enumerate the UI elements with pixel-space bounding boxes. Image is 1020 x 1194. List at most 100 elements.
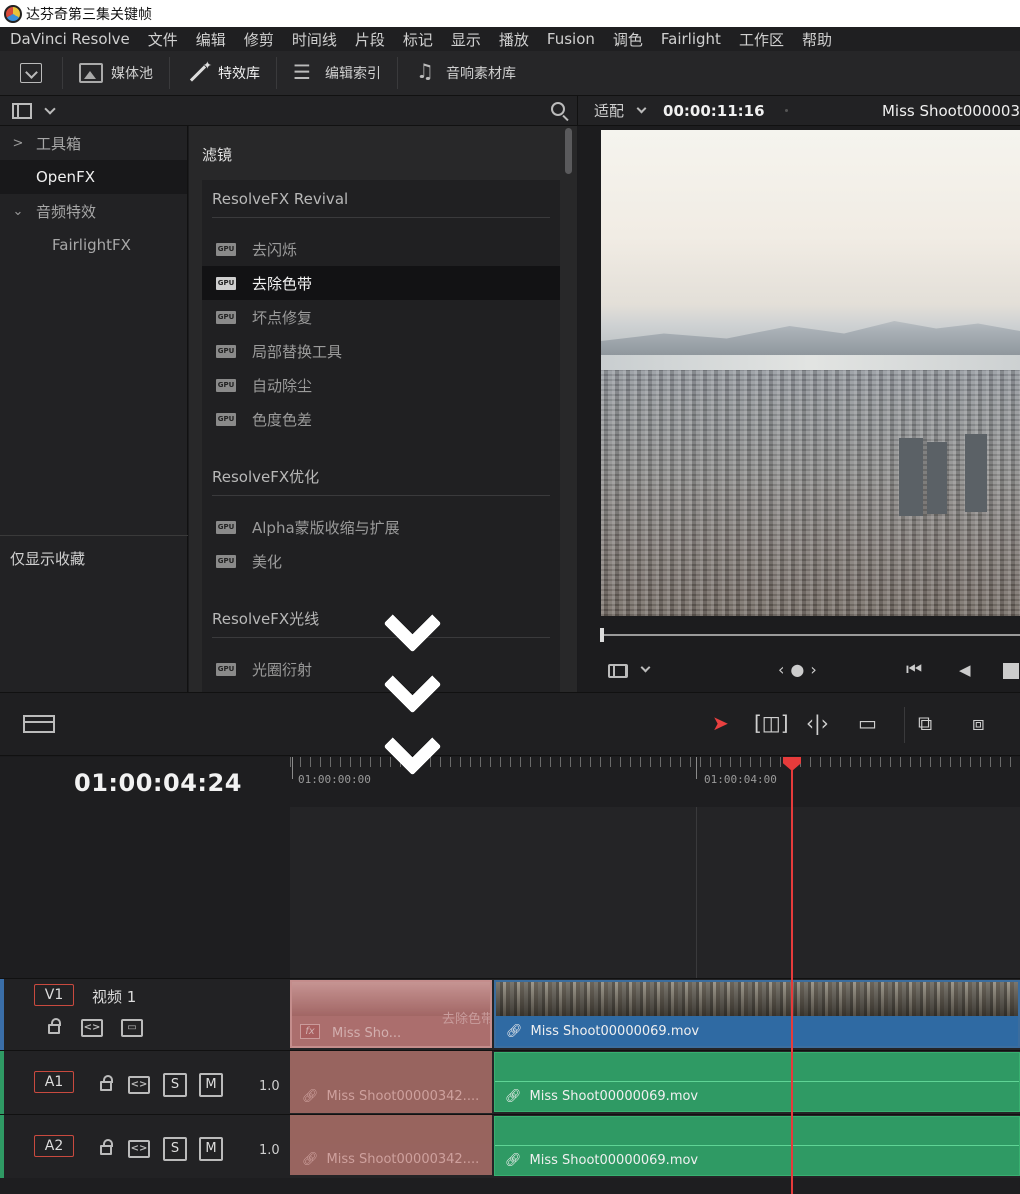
menu-davinci[interactable]: DaVinci Resolve [0, 30, 139, 48]
auto-select-icon[interactable]: <> [128, 1140, 150, 1158]
menu-fusion[interactable]: Fusion [538, 30, 604, 48]
trim-tool-icon[interactable]: [◫] [754, 711, 789, 735]
timeline-clip-ghost[interactable]: fx Miss Sho... 去除色带 [290, 980, 492, 1048]
dragged-effect-label: 去除色带 [442, 1012, 492, 1027]
chevron-down-icon[interactable] [44, 102, 56, 115]
fx-item-dead-pixel-fixer[interactable]: GPU 坏点修复 [202, 300, 560, 334]
favorites-only-toggle[interactable]: 仅显示收藏 [10, 548, 85, 569]
lock-icon[interactable] [48, 1018, 61, 1034]
media-pool-label: 媒体池 [111, 66, 153, 82]
menu-file[interactable]: 文件 [139, 29, 187, 50]
fx-category-refine[interactable]: ResolveFX优化 [212, 458, 550, 496]
menu-trim[interactable]: 修剪 [235, 29, 283, 50]
solo-button[interactable]: S [163, 1073, 187, 1097]
track-badge-v1[interactable]: V1 [34, 984, 74, 1006]
scrubber-handle[interactable] [600, 628, 604, 642]
clip-name: Miss Shoot00000342.... [326, 1089, 480, 1104]
chevron-down-icon[interactable] [636, 103, 647, 114]
timeline-grid-line [696, 807, 697, 978]
viewer[interactable] [578, 126, 1020, 692]
stop-icon[interactable] [1003, 663, 1019, 679]
selection-tool-icon[interactable]: ➤ [712, 711, 729, 735]
timeline-empty-area[interactable] [290, 807, 1020, 978]
search-icon[interactable] [551, 102, 565, 116]
menu-mark[interactable]: 标记 [394, 29, 442, 50]
dynamic-trim-icon[interactable]: ‹|› [806, 711, 829, 735]
fx-item-label: 色度色差 [252, 410, 313, 429]
fx-item-deflicker[interactable]: GPU 去闪烁 [202, 232, 560, 266]
menu-edit[interactable]: 编辑 [187, 29, 235, 50]
blade-tool-icon[interactable]: ▭ [858, 711, 877, 735]
sound-library-button[interactable]: 音响素材库 [398, 51, 532, 96]
audio-waveform [495, 1081, 1019, 1082]
mute-button[interactable]: M [199, 1073, 223, 1097]
timeline-clip-video[interactable]: 🔗︎ Miss Shoot00000069.mov [494, 980, 1020, 1048]
chevron-down-icon: ⌄ [12, 203, 24, 219]
disable-video-icon[interactable]: ▭ [121, 1019, 143, 1037]
fx-item-chromatic-aberration[interactable]: GPU 色度色差 [202, 402, 560, 436]
panel-toggle-icon[interactable] [12, 102, 32, 119]
fx-item-patch-replacer[interactable]: GPU 局部替换工具 [202, 334, 560, 368]
lock-icon[interactable] [100, 1139, 113, 1155]
insert-clip-icon[interactable]: ⧉ [918, 711, 932, 735]
track-name-v1[interactable]: 视频 1 [92, 986, 136, 1007]
viewer-scrubber[interactable] [578, 617, 1020, 657]
clip-label: Miss Sho... [332, 1026, 402, 1041]
filters-scrollbar[interactable] [565, 128, 572, 174]
fx-category-revival[interactable]: ResolveFX Revival [212, 180, 550, 218]
track-badge-a2[interactable]: A2 [34, 1135, 74, 1157]
skip-to-start-icon[interactable]: ⏮ [906, 659, 922, 680]
timeline-clip-audio-a2[interactable]: 🔗︎ Miss Shoot00000069.mov [494, 1116, 1020, 1176]
overwrite-clip-icon[interactable]: ⧈ [972, 711, 985, 735]
chevron-down-overlay-icon [380, 676, 444, 716]
track-header-a2: A2 <> S M 1.0 [0, 1114, 290, 1178]
davinci-logo-icon [4, 4, 22, 23]
chevron-down-icon[interactable] [640, 662, 651, 673]
solo-button[interactable]: S [163, 1137, 187, 1161]
effects-library-button[interactable]: 特效库 [170, 51, 276, 96]
viewer-timecode: 00:00:11:16 [663, 101, 765, 120]
gpu-badge-icon: GPU [216, 412, 236, 426]
sidebar-item-openfx[interactable]: OpenFX [0, 160, 187, 194]
menu-clip[interactable]: 片段 [346, 29, 394, 50]
auto-select-icon[interactable]: <> [128, 1076, 150, 1094]
sound-library-label: 音响素材库 [446, 66, 516, 82]
timeline-clip-ghost-audio[interactable]: 🔗︎ Miss Shoot00000342.... [290, 1051, 492, 1113]
menu-view[interactable]: 显示 [442, 29, 490, 50]
menu-workspace[interactable]: 工作区 [730, 29, 793, 50]
edit-index-button[interactable]: 编辑索引 [277, 51, 397, 96]
prev-next-marker-icon[interactable]: ‹●› [778, 660, 823, 679]
zoom-fit-dropdown[interactable]: 适配 [594, 100, 624, 121]
fx-item-automatic-dirt-removal[interactable]: GPU 自动除尘 [202, 368, 560, 402]
effects-subbar [0, 96, 577, 126]
fx-item-deband[interactable]: GPU 去除色带 [202, 266, 560, 300]
menu-fairlight[interactable]: Fairlight [652, 30, 730, 48]
menu-timeline[interactable]: 时间线 [283, 29, 346, 50]
timeline-clip-audio-a1[interactable]: 🔗︎ Miss Shoot00000069.mov [494, 1052, 1020, 1112]
media-pool-button[interactable]: 媒体池 [63, 51, 169, 96]
fx-item-label: 美化 [252, 552, 283, 571]
clip-name: Miss Shoot00000069.mov [529, 1153, 699, 1168]
frame-tower [899, 438, 923, 516]
fx-item-beauty[interactable]: GPU 美化 [202, 544, 560, 578]
auto-select-icon[interactable]: <> [81, 1019, 103, 1037]
play-reverse-icon[interactable]: ◀ [959, 661, 971, 679]
timeline-timecode: 01:00:04:24 [74, 769, 242, 797]
frame-tower [965, 434, 987, 512]
sidebar-item-fairlightfx[interactable]: FairlightFX [0, 228, 187, 262]
menu-color[interactable]: 调色 [604, 29, 652, 50]
fx-item-alpha-matte-shrink-grow[interactable]: GPU Alpha蒙版收缩与扩展 [202, 510, 560, 544]
mute-button[interactable]: M [199, 1137, 223, 1161]
timeline-layout-icon[interactable] [23, 715, 55, 733]
sidebar-item-label: 音频特效 [36, 202, 97, 221]
sidebar-item-toolbox[interactable]: > 工具箱 [0, 126, 187, 160]
menu-help[interactable]: 帮助 [793, 29, 841, 50]
track-badge-a1[interactable]: A1 [34, 1071, 74, 1093]
timeline-clip-ghost-audio[interactable]: 🔗︎ Miss Shoot00000342.... [290, 1115, 492, 1175]
lock-icon[interactable] [100, 1075, 113, 1091]
workspace-dropdown-button[interactable] [0, 51, 62, 96]
sidebar-item-audio-fx[interactable]: ⌄ 音频特效 [0, 194, 187, 228]
menu-playback[interactable]: 播放 [490, 29, 538, 50]
film-strip-icon[interactable] [608, 664, 628, 678]
